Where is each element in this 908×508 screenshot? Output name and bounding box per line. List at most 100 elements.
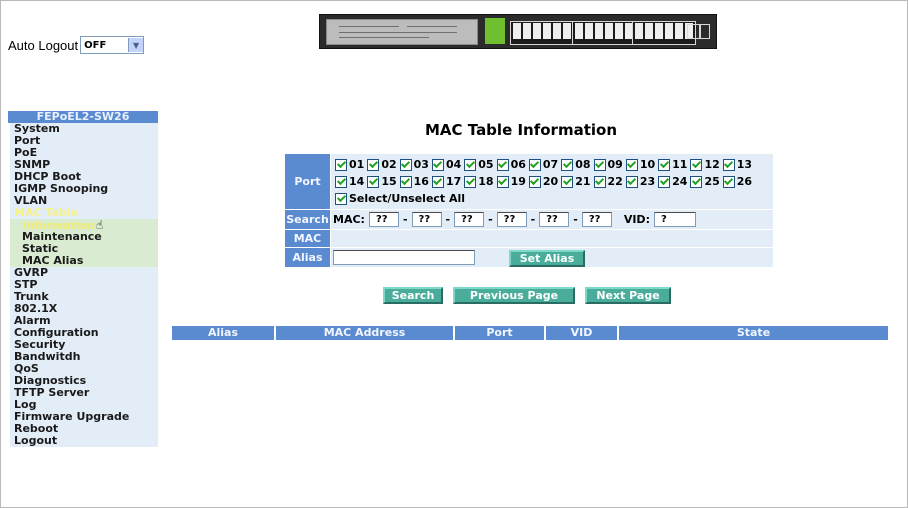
select-all-label: Select/Unselect All: [349, 192, 466, 205]
mac-prefix-label: MAC:: [333, 212, 365, 226]
sfp-port-1: [687, 24, 700, 39]
sidebar-item-mac-table[interactable]: MAC Table: [8, 207, 158, 219]
port-20-checkbox[interactable]: [528, 175, 541, 188]
port-label: Port: [285, 154, 330, 209]
port-15-label: 15: [381, 175, 397, 188]
port-19-label: 19: [510, 175, 526, 188]
port-05-label: 05: [478, 158, 494, 171]
port-checkbox-panel: 01 02 03 04 05 06 07 08 09 10 11 12 13 14 15 16 17 18 19 2…: [331, 154, 773, 209]
auto-logout-label: Auto Logout: [8, 37, 79, 53]
chevron-down-icon[interactable]: ▼: [128, 38, 144, 52]
port-02-checkbox[interactable]: [367, 158, 380, 171]
page-title: MAC Table Information: [425, 121, 617, 139]
port-14-checkbox[interactable]: [335, 175, 347, 188]
port-23-checkbox[interactable]: [625, 175, 638, 188]
port-18-label: 18: [478, 175, 494, 188]
port-18-checkbox[interactable]: [464, 175, 477, 188]
port-22-checkbox[interactable]: [593, 175, 606, 188]
port-16-checkbox[interactable]: [399, 175, 412, 188]
port-24-checkbox[interactable]: [658, 175, 671, 188]
port-12-checkbox[interactable]: [690, 158, 703, 171]
mac-octet-3-field[interactable]: ??: [454, 211, 485, 227]
device-status-panel: [485, 18, 505, 44]
port-02-label: 02: [381, 158, 397, 171]
sidebar-menu: FEPoEL2-SW26 System Port PoE SNMP DHCP B…: [8, 111, 158, 447]
port-16-label: 16: [413, 175, 429, 188]
port-26-checkbox[interactable]: [722, 175, 735, 188]
port-07-label: 07: [542, 158, 559, 171]
mac-table-header: Alias MAC Address Port VID State: [172, 326, 888, 340]
port-block-2: [572, 21, 636, 45]
auto-logout-select[interactable]: OFF ▼: [80, 36, 145, 54]
mac-panel: [331, 230, 773, 247]
port-21-label: 21: [575, 175, 591, 188]
port-01-checkbox[interactable]: [335, 158, 347, 171]
vid-field[interactable]: ?: [653, 211, 696, 227]
mac-octet-2-field[interactable]: ??: [411, 211, 442, 227]
alias-label: Alias: [285, 248, 330, 267]
port-13-checkbox[interactable]: [722, 158, 735, 171]
search-panel: MAC: ?? - ?? - ?? - ?? - ?? - ?? VID: ?: [331, 210, 773, 229]
port-11-label: 11: [672, 158, 688, 171]
alias-input[interactable]: [333, 250, 475, 265]
port-04-label: 04: [445, 158, 462, 171]
column-alias: Alias: [172, 326, 276, 340]
port-checkbox-row-1: 01 02 03 04 05 06 07 08 09 10 11 12 13: [335, 156, 769, 173]
switch-device-image: [319, 14, 717, 49]
port-20-label: 20: [542, 175, 559, 188]
port-25-checkbox[interactable]: [690, 175, 703, 188]
port-26-label: 26: [736, 175, 753, 188]
column-mac-address: MAC Address: [276, 326, 455, 340]
port-05-checkbox[interactable]: [464, 158, 477, 171]
port-17-checkbox[interactable]: [431, 175, 444, 188]
select-all-row: Select/Unselect All: [335, 190, 769, 207]
port-06-label: 06: [510, 158, 526, 171]
port-13-label: 13: [736, 158, 753, 171]
sfp-port-2: [700, 24, 710, 39]
mac-octet-4-field[interactable]: ??: [496, 211, 527, 227]
port-09-label: 09: [607, 158, 623, 171]
port-08-checkbox[interactable]: [561, 158, 574, 171]
sidebar-item-logout[interactable]: Logout: [8, 435, 158, 447]
port-24-label: 24: [672, 175, 688, 188]
port-09-checkbox[interactable]: [593, 158, 606, 171]
mac-filter-form: Port 01 02 03 04 05 06 07 08 09 10 11 12 13 14 15 16 17…: [285, 154, 773, 268]
port-checkbox-row-2: 14 15 16 17 18 19 20 21 22 23 24 25 26: [335, 173, 769, 190]
port-15-checkbox[interactable]: [367, 175, 380, 188]
port-block-1: [510, 21, 574, 45]
port-22-label: 22: [607, 175, 623, 188]
alias-panel: Set Alias: [331, 248, 773, 267]
port-04-checkbox[interactable]: [431, 158, 444, 171]
port-12-label: 12: [704, 158, 720, 171]
port-17-label: 17: [445, 175, 462, 188]
port-10-label: 10: [639, 158, 656, 171]
port-08-label: 08: [575, 158, 591, 171]
search-button[interactable]: Search: [383, 287, 443, 304]
port-19-checkbox[interactable]: [496, 175, 509, 188]
port-03-checkbox[interactable]: [399, 158, 412, 171]
auto-logout: Auto Logout OFF ▼: [8, 36, 145, 54]
set-alias-button[interactable]: Set Alias: [509, 250, 585, 267]
port-25-label: 25: [704, 175, 720, 188]
mac-octet-1-field[interactable]: ??: [368, 211, 399, 227]
port-10-checkbox[interactable]: [625, 158, 638, 171]
column-port: Port: [455, 326, 546, 340]
port-07-checkbox[interactable]: [528, 158, 541, 171]
select-all-checkbox[interactable]: [335, 192, 347, 205]
previous-page-button[interactable]: Previous Page: [453, 287, 575, 304]
mac-label: MAC: [285, 230, 330, 247]
mac-octet-6-field[interactable]: ??: [581, 211, 612, 227]
column-state: State: [736, 326, 771, 339]
device-label-panel: [326, 19, 478, 45]
next-page-button[interactable]: Next Page: [585, 287, 671, 304]
port-03-label: 03: [413, 158, 429, 171]
port-14-label: 14: [349, 175, 365, 188]
mac-octet-5-field[interactable]: ??: [539, 211, 570, 227]
port-11-checkbox[interactable]: [658, 158, 671, 171]
port-21-checkbox[interactable]: [561, 175, 574, 188]
auto-logout-value: OFF: [84, 39, 107, 51]
column-vid: VID: [546, 326, 619, 340]
port-23-label: 23: [639, 175, 656, 188]
port-06-checkbox[interactable]: [496, 158, 509, 171]
port-01-label: 01: [349, 158, 365, 171]
